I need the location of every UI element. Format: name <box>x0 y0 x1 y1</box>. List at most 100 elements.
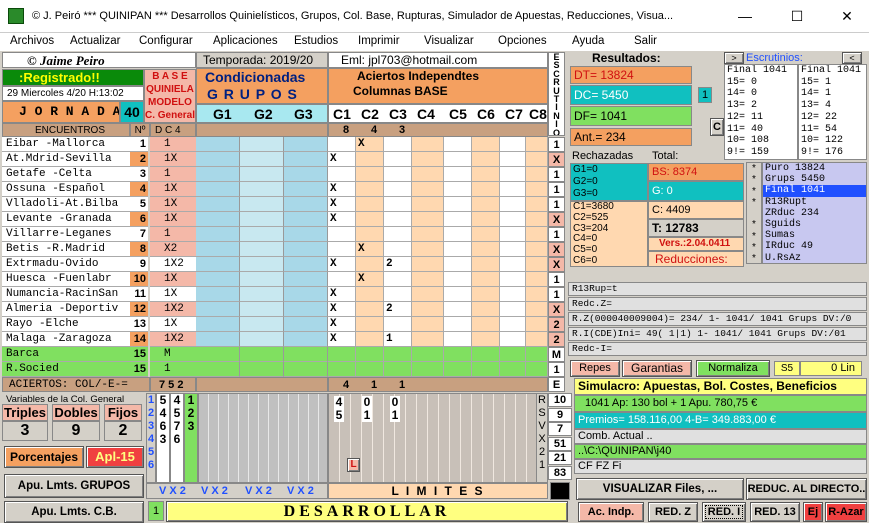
column-cell[interactable] <box>500 317 526 332</box>
match-sign[interactable]: 1 <box>150 167 196 182</box>
column-cell[interactable] <box>472 302 500 317</box>
column-c3[interactable]: C3 <box>389 106 407 122</box>
escrutinio-cell[interactable]: 1 <box>548 362 565 377</box>
column-cell[interactable] <box>412 362 444 377</box>
fijos-value[interactable]: 2 <box>104 421 142 441</box>
escrutinio-cell[interactable]: 2 <box>548 317 565 332</box>
column-cell[interactable] <box>412 287 444 302</box>
menu-ayuda[interactable]: Ayuda <box>572 35 604 47</box>
escrutinio-type-item[interactable]: ZRduc 234 <box>763 208 866 219</box>
apu-lmts-grupos-button[interactable]: Apu. Lmts. GRUPOS <box>4 474 144 498</box>
column-cell[interactable] <box>384 317 412 332</box>
column-cell[interactable] <box>356 347 384 362</box>
group-cell[interactable] <box>284 197 328 212</box>
escrutinio-cell[interactable]: 1 <box>548 287 565 302</box>
group-cell[interactable] <box>284 182 328 197</box>
column-cell[interactable]: X <box>328 317 356 332</box>
column-cell[interactable] <box>356 287 384 302</box>
column-cell[interactable] <box>356 302 384 317</box>
group-cell[interactable] <box>240 362 284 377</box>
ej-button[interactable]: Ej <box>803 502 823 522</box>
group-cell[interactable] <box>196 257 240 272</box>
match-sign[interactable]: 1X2 <box>150 332 196 347</box>
team-match[interactable]: Getafe -Celta <box>2 167 130 182</box>
column-c2[interactable]: C2 <box>361 106 379 122</box>
column-cell[interactable] <box>412 182 444 197</box>
column-cell[interactable]: X <box>328 257 356 272</box>
column-cell[interactable] <box>526 302 548 317</box>
group-cell[interactable] <box>284 272 328 287</box>
escrutinios-left-list[interactable]: Final 1041 15= 0 14= 0 13= 2 12= 11 11= … <box>724 64 798 160</box>
menu-estudios[interactable]: Estudios <box>294 35 338 47</box>
escrutinio-cell[interactable]: X <box>548 152 565 167</box>
team-match[interactable]: Vlladoli-At.Bilba <box>2 197 130 212</box>
escrutinios-prev-button[interactable]: < <box>842 52 862 64</box>
column-cell[interactable] <box>444 197 472 212</box>
group-cell[interactable] <box>240 212 284 227</box>
cond-column-1[interactable]: 5 4 6 3 <box>156 393 170 483</box>
column-cell[interactable] <box>356 362 384 377</box>
escrutinio-type-item[interactable]: U.RsAz <box>763 253 866 263</box>
group-cell[interactable] <box>196 167 240 182</box>
column-cell[interactable] <box>472 152 500 167</box>
column-cell[interactable] <box>328 227 356 242</box>
column-cell[interactable] <box>356 317 384 332</box>
column-cell[interactable]: 2 <box>384 257 412 272</box>
group-cell[interactable] <box>196 152 240 167</box>
column-cell[interactable] <box>500 227 526 242</box>
column-cell[interactable] <box>444 182 472 197</box>
column-cell[interactable] <box>526 212 548 227</box>
menu-aplicaciones[interactable]: Aplicaciones <box>213 35 278 47</box>
escrutinio-type-item[interactable]: Sumas <box>763 230 866 241</box>
column-cell[interactable] <box>526 152 548 167</box>
column-c7[interactable]: C7 <box>505 106 523 122</box>
column-cell[interactable] <box>356 212 384 227</box>
group-cell[interactable] <box>240 257 284 272</box>
group-g1[interactable]: G1 <box>213 106 232 122</box>
column-cell[interactable] <box>412 272 444 287</box>
group-cell[interactable] <box>284 212 328 227</box>
column-cell[interactable] <box>500 152 526 167</box>
group-cell[interactable] <box>196 302 240 317</box>
column-c8[interactable]: C8 <box>529 106 547 122</box>
column-cell[interactable] <box>472 137 500 152</box>
match-sign[interactable]: 1 <box>150 227 196 242</box>
column-cell[interactable] <box>472 272 500 287</box>
column-cell[interactable]: X <box>328 212 356 227</box>
group-cell[interactable] <box>196 197 240 212</box>
group-cell[interactable] <box>240 272 284 287</box>
group-cell[interactable] <box>240 137 284 152</box>
group-limits-area[interactable] <box>198 393 328 483</box>
escrutinio-type-item[interactable]: Sguids <box>763 219 866 230</box>
column-cell[interactable] <box>472 242 500 257</box>
column-cell[interactable] <box>384 197 412 212</box>
column-cell[interactable] <box>500 362 526 377</box>
group-cell[interactable] <box>196 347 240 362</box>
escrutinio-cell[interactable]: X <box>548 302 565 317</box>
vx2-label[interactable]: V X 2 <box>245 484 272 498</box>
match-sign[interactable]: 1X2 <box>150 257 196 272</box>
column-cell[interactable] <box>526 137 548 152</box>
column-cell[interactable] <box>412 242 444 257</box>
column-cell[interactable] <box>500 287 526 302</box>
aciertos-escr[interactable]: E <box>548 377 565 392</box>
team-match[interactable]: Ossuna -Español <box>2 182 130 197</box>
match-sign[interactable]: 1X <box>150 197 196 212</box>
column-cell[interactable] <box>526 317 548 332</box>
column-cell[interactable] <box>526 272 548 287</box>
menu-archivos[interactable]: Archivos <box>10 35 54 47</box>
escrutinio-cell[interactable]: 1 <box>548 167 565 182</box>
column-cell[interactable] <box>328 362 356 377</box>
group-cell[interactable] <box>284 257 328 272</box>
maximize-button[interactable]: ☐ <box>782 6 812 26</box>
column-cell[interactable] <box>412 257 444 272</box>
column-cell[interactable] <box>500 347 526 362</box>
column-cell[interactable]: X <box>356 272 384 287</box>
group-cell[interactable] <box>196 212 240 227</box>
column-cell[interactable] <box>444 137 472 152</box>
column-cell[interactable] <box>328 167 356 182</box>
column-cell[interactable] <box>526 287 548 302</box>
escrutinio-cell[interactable]: 1 <box>548 272 565 287</box>
column-cell[interactable] <box>526 242 548 257</box>
column-cell[interactable] <box>444 287 472 302</box>
